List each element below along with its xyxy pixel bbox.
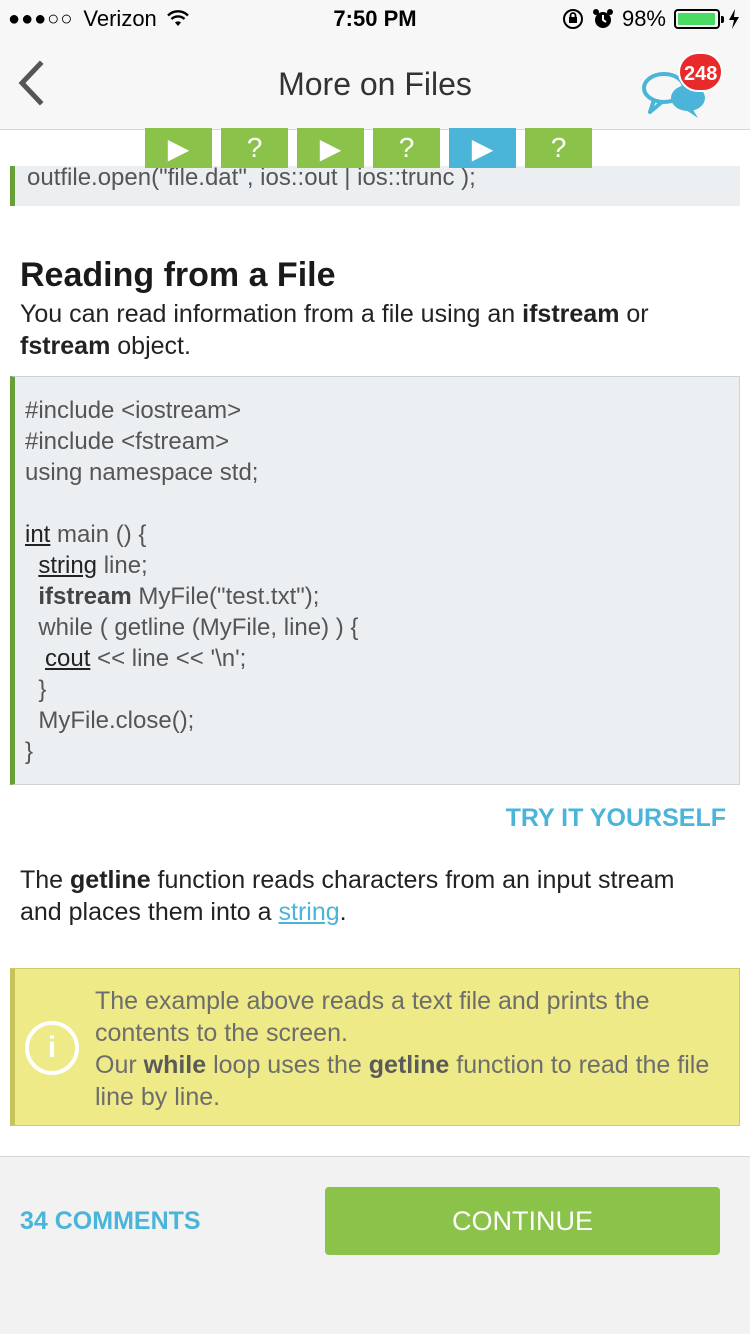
question-icon: ? [398, 132, 415, 163]
code-keyword-link[interactable]: cout [45, 645, 90, 672]
battery-level [678, 13, 716, 25]
question-icon: ? [246, 132, 263, 163]
progress-step-quiz[interactable]: ? [525, 128, 592, 168]
code-example: #include <iostream> #include <fstream> u… [10, 376, 740, 785]
progress-step-lesson-current[interactable]: ▶ [449, 128, 516, 168]
code-line: MyFile.close(); [25, 707, 195, 734]
desc-text: The [20, 866, 71, 894]
lesson-progress: ▶ ? ▶ ? ▶ ? [145, 128, 592, 168]
progress-step-lesson[interactable]: ▶ [297, 128, 364, 168]
battery-percent: 98% [621, 6, 666, 31]
note-line: The example above reads a text file and … [95, 987, 650, 1047]
note-text-part: loop uses the [206, 1051, 369, 1079]
code-line: while ( getline (MyFile, line) ) { [25, 614, 359, 641]
progress-step-lesson[interactable]: ▶ [145, 128, 212, 168]
play-icon: ▶ [471, 132, 494, 164]
code-line: } [25, 738, 34, 765]
question-icon: ? [550, 132, 567, 163]
charging-icon [729, 9, 739, 29]
code-text: line; [97, 552, 148, 579]
footer-bar: 34 COMMENTS CONTINUE [0, 1156, 750, 1334]
notification-badge: 248 [678, 52, 724, 92]
code-text: main () { [50, 521, 147, 548]
intro-text: You can read information from a file usi… [20, 300, 523, 328]
navigation-bar: More on Files 248 [0, 40, 750, 130]
desc-text: . [339, 898, 347, 926]
play-icon: ▶ [319, 132, 342, 164]
keyword-getline: getline [368, 1051, 450, 1079]
progress-step-quiz[interactable]: ? [373, 128, 440, 168]
code-text: MyFile("test.txt"); [131, 583, 320, 610]
note-text-part: Our [95, 1051, 144, 1079]
keyword-while: while [143, 1051, 207, 1079]
description-paragraph: The getline function reads characters fr… [20, 864, 720, 928]
code-line: } [25, 676, 47, 703]
rotation-lock-icon [562, 9, 583, 29]
code-line: string line; [25, 550, 739, 581]
lesson-content[interactable]: outfile.open("file.dat", ios::out | ios:… [0, 130, 750, 1156]
keyword-ifstream: ifstream [522, 300, 620, 328]
code-line: ifstream MyFile("test.txt"); [25, 581, 739, 612]
code-line: int main () { [25, 519, 739, 550]
try-it-yourself-button[interactable]: TRY IT YOURSELF [506, 804, 726, 833]
intro-text: or [619, 300, 649, 328]
play-icon: ▶ [167, 132, 190, 164]
battery-icon [674, 9, 724, 29]
status-right: 98% [562, 6, 740, 32]
intro-paragraph: You can read information from a file usi… [20, 298, 720, 362]
code-line: outfile.open("file.dat", ios::out | ios:… [27, 166, 476, 191]
discussion-button[interactable]: 248 [640, 52, 730, 124]
note-text: The example above reads a text file and … [95, 985, 735, 1113]
page-title: More on Files [278, 66, 472, 102]
continue-button[interactable]: CONTINUE [325, 1187, 720, 1255]
alarm-icon [592, 9, 613, 28]
code-keyword: ifstream [38, 583, 132, 610]
section-heading: Reading from a File [20, 256, 336, 294]
info-icon: i [25, 1021, 79, 1075]
code-line: cout << line << '\n'; [25, 643, 739, 674]
keyword-getline: getline [70, 866, 151, 894]
keyword-fstream: fstream [20, 332, 111, 360]
info-note: i The example above reads a text file an… [10, 968, 740, 1126]
code-line: #include <fstream> [25, 428, 230, 455]
status-bar: ●●●○○ Verizon 7:50 PM 98% [0, 0, 750, 40]
code-snippet-partial: outfile.open("file.dat", ios::out | ios:… [10, 166, 740, 206]
comments-button[interactable]: 34 COMMENTS [20, 1207, 201, 1236]
code-line: using namespace std; [25, 459, 259, 486]
note-line: Our while loop uses the getline function… [95, 1049, 735, 1113]
progress-step-quiz[interactable]: ? [221, 128, 288, 168]
code-line: #include <iostream> [25, 397, 242, 424]
intro-text: object. [110, 332, 191, 360]
code-keyword-link[interactable]: int [25, 521, 50, 548]
code-keyword-link[interactable]: string [38, 552, 97, 579]
string-link[interactable]: string [279, 898, 340, 926]
code-text: << line << '\n'; [90, 645, 247, 672]
